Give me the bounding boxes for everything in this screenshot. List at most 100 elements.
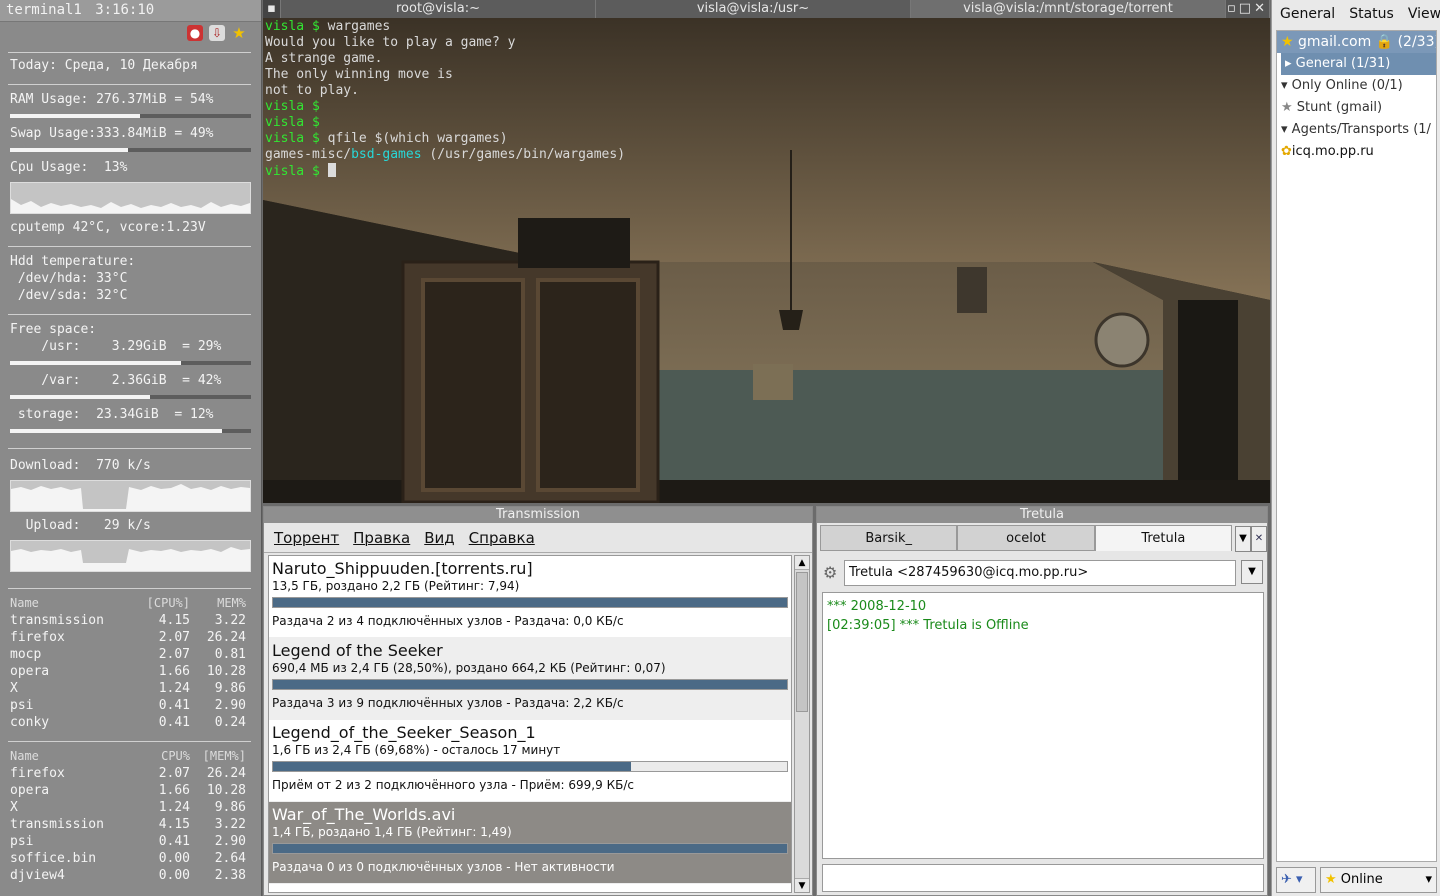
torrent-name: War_of_The_Worlds.avi [272, 805, 456, 824]
network-tray-icon[interactable]: ● [187, 25, 203, 41]
swap-usage: Swap Usage:333.84MiB = 49% [10, 126, 214, 141]
torrent-info: 1,6 ГБ из 2,4 ГБ (69,68%) - осталось 17 … [272, 743, 561, 757]
today-label: Today: Среда, 10 Декабря [10, 58, 198, 73]
clock: 3:16:10 [95, 2, 155, 18]
process-row: X 1.24 9.86 [10, 681, 246, 696]
torrent-info: 1,4 ГБ, роздано 1,4 ГБ (Рейтинг: 1,49) [272, 825, 512, 839]
contact-options-chevron-icon[interactable]: ▼ [1241, 560, 1263, 584]
chat-tab-barsik[interactable]: Barsik_ [820, 525, 958, 551]
torrent-info: 13,5 ГБ, роздано 2,2 ГБ (Рейтинг: 7,94) [272, 579, 520, 593]
transmission-window: Transmission Торрент Правка Вид Справка … [263, 506, 813, 896]
torrent-status: Раздача 3 из 9 подключённых узлов - Разд… [272, 696, 624, 710]
terminal-tab-2[interactable]: visla@visla:/usr~ [596, 0, 911, 18]
chat-log[interactable]: *** 2008-12-10 [02:39:05] *** Tretula is… [822, 592, 1264, 859]
upload-rate: Upload: 29 k/s [10, 518, 151, 533]
divider [8, 84, 251, 85]
download-rate: Download: 770 k/s [10, 458, 151, 473]
process-row: opera 1.66 10.28 [10, 664, 246, 679]
menu-help[interactable]: Справка [469, 529, 535, 547]
mem-process-table: Name CPU% [MEM%] firefox 2.07 26.24 opera 1.66… [10, 748, 246, 884]
terminal-output[interactable]: visla $ wargames Would you like to play a… [265, 19, 625, 180]
process-row: transmission 4.15 3.22 [10, 613, 246, 628]
process-row: psi 0.41 2.90 [10, 698, 246, 713]
updater-tray-icon[interactable]: ⇩ [209, 25, 225, 41]
torrent-item[interactable]: War_of_The_Worlds.avi 1,4 ГБ, роздано 1,4… [269, 802, 791, 884]
ram-bar [10, 114, 251, 118]
terminal-tab-3[interactable]: visla@visla:/mnt/storage/torrent [911, 0, 1226, 18]
terminal-menu-icon[interactable]: ▪ [263, 0, 281, 18]
swap-bar [10, 148, 251, 152]
chat-window: Tretula Barsik_ ocelot Tretula ▼ ✕ ⚙ Tre… [816, 506, 1268, 896]
usr-space: /usr: 3.29GiB = 29% [10, 339, 222, 354]
torrent-list: Naruto_Shippuuden.[torrents.ru] 13,5 ГБ, … [268, 555, 792, 893]
scroll-down-icon[interactable]: ▼ [795, 878, 809, 892]
account-gmail[interactable]: ★ gmail.com 🔒 (2/33) [1277, 31, 1436, 53]
menu-view[interactable]: View [1408, 6, 1440, 24]
torrent-progress-bar [272, 843, 788, 854]
contact-stunt[interactable]: ★ Stunt (gmail) [1277, 97, 1436, 119]
menu-torrent[interactable]: Торрент [274, 529, 339, 547]
group-agents[interactable]: ▾ Agents/Transports (1/ [1277, 119, 1436, 141]
gear-icon[interactable]: ⚙ [823, 563, 837, 582]
chevron-down-icon: ▾ [1425, 872, 1432, 887]
storage-bar [10, 429, 251, 433]
group-only-online[interactable]: ▾ Only Online (0/1) [1277, 75, 1436, 97]
table-header: Name CPU% [MEM%] [10, 749, 246, 763]
expand-arrow-icon: ▸ [1285, 56, 1292, 71]
storage-space: storage: 23.34GiB = 12% [10, 407, 214, 422]
close-tab-icon[interactable]: ✕ [1251, 526, 1267, 552]
chat-tab-ocelot[interactable]: ocelot [957, 525, 1095, 551]
chat-tab-tretula[interactable]: Tretula [1094, 525, 1232, 551]
torrent-progress-bar [272, 679, 788, 690]
divider [8, 52, 251, 53]
torrent-progress-bar [272, 597, 788, 608]
scroll-thumb[interactable] [796, 572, 808, 712]
process-row: soffice.bin 0.00 2.64 [10, 851, 246, 866]
menu-view[interactable]: Вид [424, 529, 454, 547]
scroll-up-icon[interactable]: ▲ [795, 556, 809, 570]
terminal-tab-1[interactable]: root@visla:~ [281, 0, 596, 18]
torrent-item[interactable]: Legend of the Seeker 690,4 МБ из 2,4 ГБ (… [269, 638, 791, 720]
group-general[interactable]: ▸ General (1/31) [1281, 53, 1436, 75]
torrent-name: Legend_of_the_Seeker_Season_1 [272, 723, 536, 742]
roster-bottom-bar: ✈ ▾ ★ Online ▾ [1276, 867, 1437, 893]
process-row: djview4 0.00 2.38 [10, 868, 246, 883]
transmission-menubar: Торрент Правка Вид Справка [264, 523, 812, 553]
ram-usage: RAM Usage: 276.37MiB = 54% [10, 92, 214, 107]
conky-panel: terminal1 3:16:10 ● ⇩ ★ Today: Среда, 10… [0, 0, 262, 896]
terminal-window[interactable]: ▪ root@visla:~ visla@visla:/usr~ visla@v… [263, 0, 1270, 503]
psi-star-tray-icon[interactable]: ★ [231, 25, 247, 41]
process-row: firefox 2.07 26.24 [10, 766, 246, 781]
chat-title: Tretula [817, 507, 1267, 523]
menu-general[interactable]: General [1280, 6, 1335, 24]
hdd-title: Hdd temperature: [10, 254, 136, 269]
free-space-title: Free space: [10, 322, 97, 337]
divider [8, 448, 251, 449]
window-controls[interactable]: ▫□✕ [1226, 0, 1270, 18]
process-row: X 1.24 9.86 [10, 800, 246, 815]
torrent-list-scrollbar[interactable]: ▲ ▼ [794, 555, 810, 893]
system-tray: ● ⇩ ★ [0, 22, 261, 46]
torrent-name: Legend of the Seeker [272, 641, 443, 660]
torrent-status: Приём от 2 из 2 подключённого узла - При… [272, 778, 634, 792]
upload-graph [10, 540, 251, 572]
divider [8, 246, 251, 247]
tab-list-chevron-icon[interactable]: ▼ [1235, 526, 1251, 552]
sda-temp: /dev/sda: 32°C [10, 288, 128, 303]
menu-edit[interactable]: Правка [353, 529, 410, 547]
contact-icq-transport[interactable]: ✿icq.mo.pp.ru [1277, 141, 1436, 163]
contact-field[interactable]: Tretula <287459630@icq.mo.pp.ru> [844, 560, 1236, 586]
torrent-name: Naruto_Shippuuden.[torrents.ru] [272, 559, 533, 578]
message-input[interactable] [822, 864, 1264, 892]
status-selector[interactable]: ★ Online ▾ [1320, 867, 1437, 893]
torrent-item[interactable]: Legend_of_the_Seeker_Season_1 1,6 ГБ из 2… [269, 720, 791, 802]
process-row: transmission 4.15 3.22 [10, 817, 246, 832]
menu-status[interactable]: Status [1349, 6, 1394, 24]
torrent-item[interactable]: Naruto_Shippuuden.[torrents.ru] 13,5 ГБ, … [269, 556, 791, 638]
online-star-icon: ★ [1325, 872, 1337, 887]
psi-menu-button[interactable]: ✈ ▾ [1276, 867, 1316, 893]
cpu-process-table: Name [CPU%] MEM% transmission 4.15 3.22 firef… [10, 595, 246, 731]
torrent-progress-bar [272, 761, 788, 772]
torrent-info: 690,4 МБ из 2,4 ГБ (28,50%), роздано 664… [272, 661, 666, 675]
star-icon: ★ [1281, 34, 1294, 50]
